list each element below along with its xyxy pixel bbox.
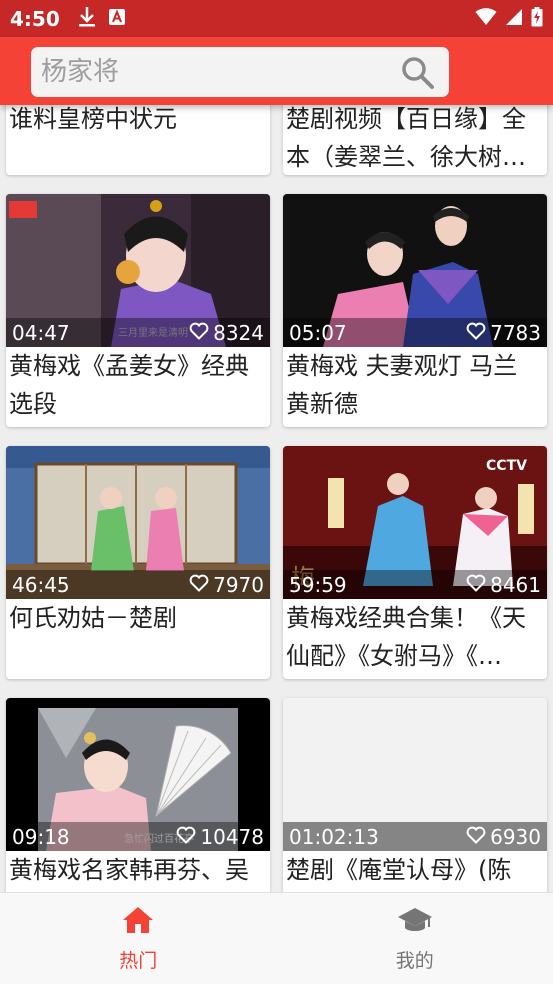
- video-card-partial-right[interactable]: 楚剧视频【百日缘】全本（姜翠兰、徐大树…: [283, 105, 547, 175]
- heart-icon: [466, 573, 486, 597]
- thumbnail-overlay: 04:47 8324: [6, 318, 270, 347]
- video-card[interactable]: CCTV 梅 59:59 8461 黄梅戏经典合集！《天仙配》《女驸马》《…: [283, 446, 547, 679]
- video-duration: 09:18: [12, 824, 70, 849]
- heart-icon: [189, 573, 209, 597]
- like-count-value: 10478: [200, 824, 264, 849]
- status-time: 4:50: [10, 6, 60, 31]
- video-title: 黄梅戏 夫妻观灯 马兰 黄新德: [286, 352, 518, 418]
- heart-icon: [176, 825, 196, 849]
- nav-tab-hot-label: 热门: [119, 949, 158, 972]
- video-title: 黄梅戏经典合集！《天仙配》《女驸马》《…: [286, 604, 526, 670]
- thumbnail-overlay: 59:59 8461: [283, 570, 547, 599]
- like-count-value: 8461: [490, 572, 541, 597]
- video-card[interactable]: 急忙闪过百花亭 09:18 10478 黄梅戏名家韩再芬、吴: [6, 698, 270, 892]
- wifi-icon: [475, 7, 497, 30]
- signal-icon: [505, 8, 523, 30]
- video-title: 黄梅戏名家韩再芬、吴: [9, 856, 249, 884]
- video-duration: 59:59: [289, 572, 347, 597]
- download-icon: [78, 6, 96, 32]
- video-duration: 01:02:13: [289, 824, 379, 849]
- thumbnail-overlay: 05:07 7783: [283, 318, 547, 347]
- nav-tab-mine-label: 我的: [395, 949, 434, 972]
- search-input[interactable]: [31, 57, 391, 87]
- video-duration: 04:47: [12, 320, 70, 345]
- like-count: 7783: [466, 321, 541, 345]
- like-count-value: 6930: [490, 824, 541, 849]
- video-title: 谁料皇榜中状元: [9, 105, 177, 133]
- like-count: 8324: [189, 321, 264, 345]
- home-icon: [121, 905, 155, 940]
- video-card[interactable]: 46:45 7970 何氏劝姑－楚剧: [6, 446, 270, 679]
- channel-logo-text: CCTV: [486, 458, 527, 474]
- heart-icon: [466, 321, 486, 345]
- app-notification-icon: [108, 8, 126, 30]
- video-card-partial-left[interactable]: 谁料皇榜中状元: [6, 105, 270, 175]
- video-card[interactable]: 三月里来是清明 04:47 8324 黄梅戏《孟姜女》经典选段: [6, 194, 270, 427]
- video-thumbnail[interactable]: 05:07 7783: [283, 194, 547, 347]
- video-thumbnail[interactable]: 01:02:13 6930: [283, 698, 547, 851]
- video-duration: 05:07: [289, 320, 347, 345]
- status-bar: 4:50: [0, 0, 553, 37]
- battery-charging-icon: [531, 6, 543, 31]
- video-thumbnail[interactable]: 三月里来是清明 04:47 8324: [6, 194, 270, 347]
- heart-icon: [189, 321, 209, 345]
- video-thumbnail[interactable]: CCTV 梅 59:59 8461: [283, 446, 547, 599]
- search-icon[interactable]: [401, 56, 435, 94]
- video-title: 何氏劝姑－楚剧: [9, 604, 177, 632]
- like-count: 7970: [189, 573, 264, 597]
- nav-tab-mine[interactable]: 我的: [277, 893, 553, 984]
- like-count-value: 7970: [213, 572, 264, 597]
- video-feed[interactable]: 谁料皇榜中状元 楚剧视频【百日缘】全本（姜翠兰、徐大树… 三月里来是清明 04:…: [0, 105, 553, 892]
- search-box[interactable]: [31, 47, 449, 97]
- video-title: 楚剧《庵堂认母》(陈: [286, 856, 512, 884]
- video-thumbnail[interactable]: 46:45 7970: [6, 446, 270, 599]
- graduation-cap-icon: [397, 905, 433, 940]
- thumbnail-overlay: 46:45 7970: [6, 570, 270, 599]
- bottom-nav: 热门 我的: [0, 892, 553, 984]
- video-card[interactable]: 01:02:13 6930 楚剧《庵堂认母》(陈: [283, 698, 547, 892]
- search-header: [0, 37, 553, 105]
- video-duration: 46:45: [12, 572, 70, 597]
- video-title: 楚剧视频【百日缘】全本（姜翠兰、徐大树…: [286, 105, 526, 171]
- video-thumbnail[interactable]: 急忙闪过百花亭 09:18 10478: [6, 698, 270, 851]
- nav-tab-hot[interactable]: 热门: [0, 893, 277, 984]
- like-count-value: 8324: [213, 320, 264, 345]
- like-count: 8461: [466, 573, 541, 597]
- like-count: 6930: [466, 825, 541, 849]
- video-card[interactable]: 05:07 7783 黄梅戏 夫妻观灯 马兰 黄新德: [283, 194, 547, 427]
- thumbnail-overlay: 01:02:13 6930: [283, 822, 547, 851]
- video-title: 黄梅戏《孟姜女》经典选段: [9, 352, 249, 418]
- heart-icon: [466, 825, 486, 849]
- like-count: 10478: [176, 825, 264, 849]
- thumbnail-overlay: 09:18 10478: [6, 822, 270, 851]
- like-count-value: 7783: [490, 320, 541, 345]
